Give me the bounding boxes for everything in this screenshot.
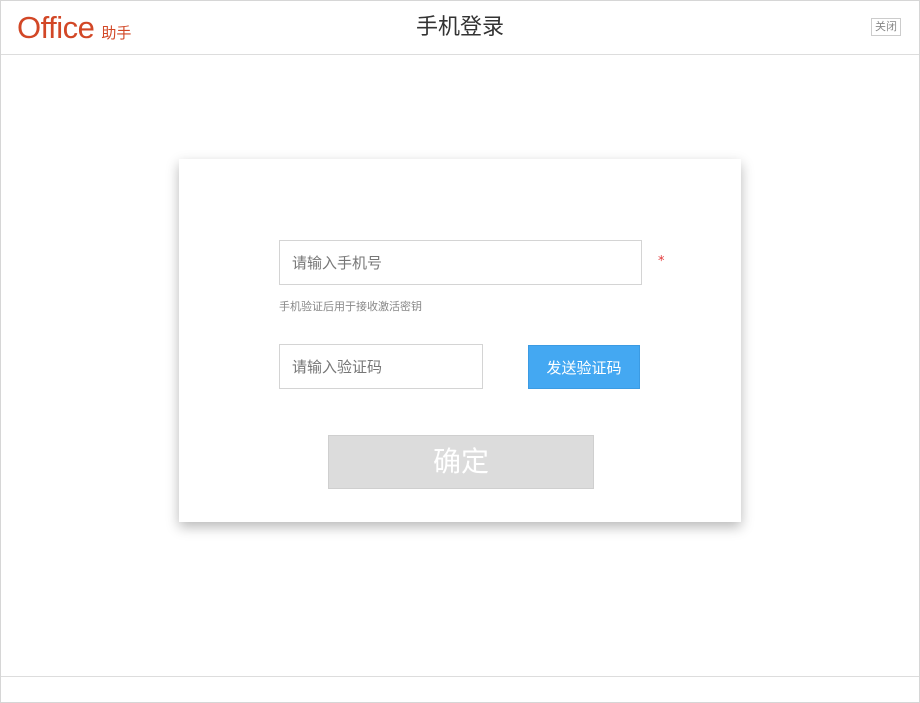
page-title: 手机登录	[415, 15, 504, 40]
login-card: * 手机验证后用于接收激活密钥 发送验证码 确定	[179, 159, 741, 522]
footer-divider	[1, 676, 919, 677]
confirm-button[interactable]: 确定	[328, 435, 594, 489]
verification-code-input[interactable]	[279, 344, 483, 389]
office-logo: Office 助手	[17, 8, 131, 48]
header-bar: Office 助手 手机登录 关闭	[1, 1, 919, 55]
phone-hint-text: 手机验证后用于接收激活密钥	[279, 300, 422, 313]
phone-input[interactable]	[279, 240, 642, 285]
login-window: Office 助手 手机登录 关闭 * 手机验证后用于接收激活密钥 发送验证码 确…	[0, 0, 920, 703]
close-button[interactable]: 关闭	[871, 18, 901, 36]
logo-sub-text: 助手	[101, 24, 132, 42]
send-code-button[interactable]: 发送验证码	[528, 345, 640, 389]
required-mark: *	[658, 254, 665, 269]
logo-main-text: Office	[17, 10, 95, 45]
